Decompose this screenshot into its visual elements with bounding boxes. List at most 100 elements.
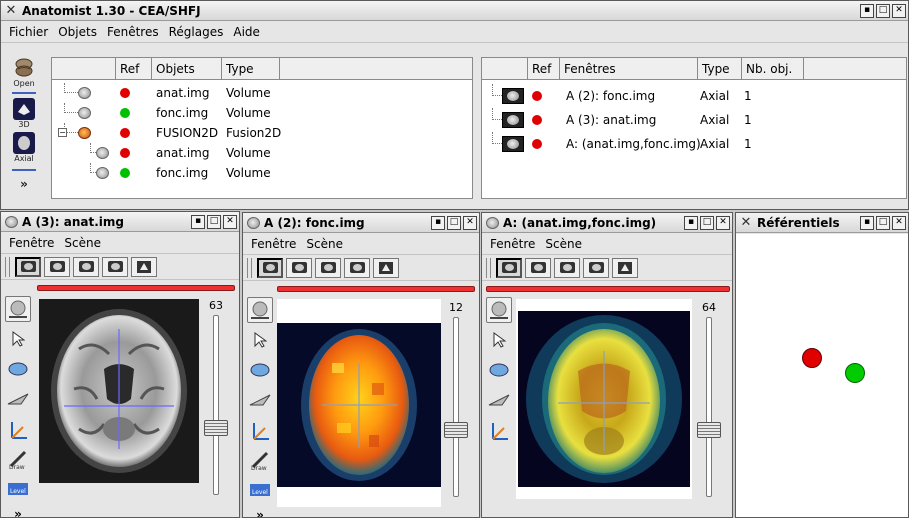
draw-icon[interactable]: Draw [5,446,31,472]
collapse-toggle-icon[interactable]: − [58,128,67,137]
axial-view-button[interactable] [257,257,283,278]
default-control-icon[interactable] [486,297,512,323]
more-tools-button[interactable]: » [7,177,41,191]
menu-fenetre[interactable]: Fenêtre [9,236,54,250]
default-control-icon[interactable] [5,296,31,322]
selection-arrow-icon[interactable] [247,327,273,353]
chevron-down-icon[interactable]: » [5,506,31,517]
toolbar-grip[interactable] [486,257,491,278]
referentials-titlebar[interactable]: ✕ Référentiels ▪ □ ✕ [736,213,908,233]
axial-view-button[interactable] [496,257,522,278]
close-button[interactable]: ✕ [463,215,477,230]
slice-slider[interactable]: 63 [201,299,231,499]
menu-fichier[interactable]: Fichier [9,25,48,39]
fonc-brain-view[interactable] [277,323,441,487]
level-icon[interactable]: Level [247,477,273,503]
col-ref[interactable]: Ref [528,58,560,79]
menu-reglages[interactable]: Réglages [169,25,224,39]
3d-view-button[interactable] [612,257,638,278]
transform-icon[interactable] [5,416,31,442]
maximize-button[interactable]: □ [207,214,221,229]
main-titlebar[interactable]: ✕ Anatomist 1.30 - CEA/SHFJ ▪ □ ✕ [1,1,908,21]
menu-scene[interactable]: Scène [64,236,101,250]
minimize-button[interactable]: ▪ [860,215,874,230]
object-row[interactable]: − FUSION2D Fusion2D [52,123,472,143]
close-button[interactable]: ✕ [223,214,237,229]
3d-view-button[interactable] [131,256,157,277]
draw-icon[interactable]: Draw [247,447,273,473]
plane-icon[interactable] [247,387,273,413]
slider-track[interactable] [706,317,712,497]
time-slider-bar[interactable] [486,286,730,292]
selection-arrow-icon[interactable] [486,327,512,353]
menu-aide[interactable]: Aide [233,25,260,39]
slider-track[interactable] [453,317,459,497]
menu-fenetre[interactable]: Fenêtre [251,237,296,251]
view-titlebar[interactable]: A: (anat.img,fonc.img) ▪ □ ✕ [482,213,732,233]
slice-slider[interactable]: 12 [441,301,471,501]
toolbar-grip[interactable] [247,257,252,278]
object-row[interactable]: fonc.img Volume [52,103,472,123]
maximize-button[interactable]: □ [876,3,890,18]
menu-fenetre[interactable]: Fenêtre [490,237,535,251]
maximize-button[interactable]: □ [876,215,890,230]
default-control-icon[interactable] [247,297,273,323]
slice-slider[interactable]: 64 [694,301,724,501]
minimize-button[interactable]: ▪ [431,215,445,230]
oblique-view-button[interactable] [344,257,370,278]
object-row[interactable]: anat.img Volume [52,143,472,163]
referentials-view[interactable] [736,234,908,517]
oblique-view-button[interactable] [102,256,128,277]
col-type[interactable]: Type [698,58,742,79]
window-row[interactable]: A: (anat.img,fonc.img) Axial 1 [482,132,906,156]
time-slider-bar[interactable] [37,285,235,291]
close-button[interactable]: ✕ [892,215,906,230]
chevron-down-icon[interactable]: » [247,507,273,517]
menu-objets[interactable]: Objets [58,25,97,39]
col-ref[interactable]: Ref [116,58,152,79]
objects-tree-column[interactable] [52,58,116,79]
minimize-button[interactable]: ▪ [860,3,874,18]
close-button[interactable]: ✕ [892,3,906,18]
transform-icon[interactable] [486,417,512,443]
slider-track[interactable] [213,315,219,495]
plane-icon[interactable] [5,386,31,412]
navigation-icon[interactable] [486,357,512,383]
col-objets[interactable]: Objets [152,58,222,79]
sagittal-view-button[interactable] [554,257,580,278]
slider-thumb[interactable] [697,421,721,438]
coronal-view-button[interactable] [286,257,312,278]
green-referential-dot[interactable] [845,363,865,383]
toolbar-grip[interactable] [5,256,10,277]
slider-thumb[interactable] [444,421,468,438]
object-row[interactable]: anat.img Volume [52,83,472,103]
transform-icon[interactable] [247,417,273,443]
plane-icon[interactable] [486,387,512,413]
sagittal-view-button[interactable] [73,256,99,277]
col-nb-obj[interactable]: Nb. obj. [742,58,804,79]
window-row[interactable]: A (3): anat.img Axial 1 [482,108,906,132]
coronal-view-button[interactable] [525,257,551,278]
maximize-button[interactable]: □ [447,215,461,230]
minimize-button[interactable]: ▪ [684,215,698,230]
navigation-icon[interactable] [5,356,31,382]
sagittal-view-button[interactable] [315,257,341,278]
menu-fenetres[interactable]: Fenêtres [107,25,159,39]
open-tool[interactable]: Open [7,57,41,88]
3d-tool[interactable]: 3D [7,98,41,129]
col-fenetres[interactable]: Fenêtres [560,58,698,79]
col-type[interactable]: Type [222,58,280,79]
close-button[interactable]: ✕ [716,215,730,230]
slider-thumb[interactable] [204,419,228,436]
time-slider-bar[interactable] [277,286,475,292]
navigation-icon[interactable] [247,357,273,383]
menu-scene[interactable]: Scène [306,237,343,251]
view-titlebar[interactable]: A (2): fonc.img ▪ □ ✕ [243,213,479,233]
menu-scene[interactable]: Scène [545,237,582,251]
window-row[interactable]: A (2): fonc.img Axial 1 [482,84,906,108]
object-row[interactable]: fonc.img Volume [52,163,472,183]
axial-tool[interactable]: Axial [7,132,41,163]
3d-view-button[interactable] [373,257,399,278]
fusion-brain-view[interactable] [518,311,690,487]
maximize-button[interactable]: □ [700,215,714,230]
